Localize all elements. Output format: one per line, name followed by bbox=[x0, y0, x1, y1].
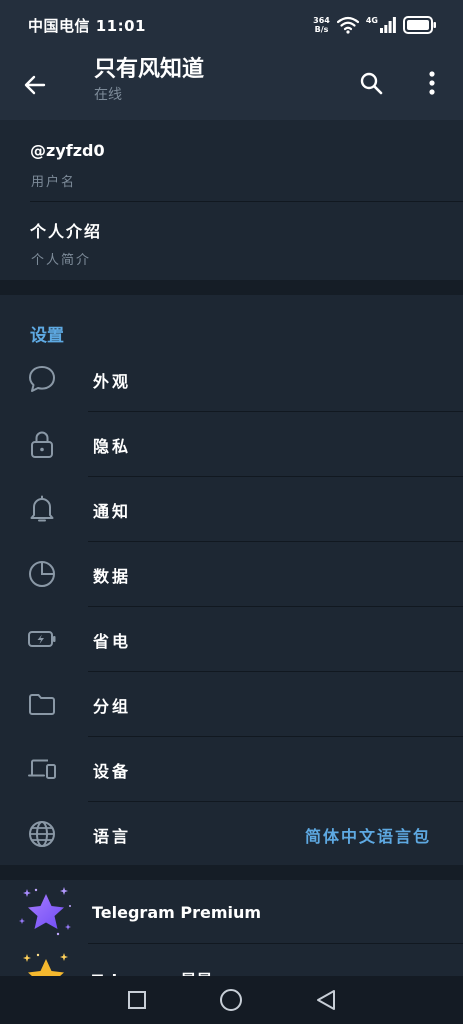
profile-info-section: @zyfzd0 用户名 个人介绍 个人简介 bbox=[0, 120, 463, 280]
cell-signal: 4G bbox=[366, 17, 396, 33]
system-back-button[interactable] bbox=[311, 985, 341, 1015]
settings-item-label: 设备 bbox=[93, 762, 132, 781]
arrow-left-icon bbox=[24, 75, 46, 95]
settings-item-appearance[interactable]: 外观 bbox=[0, 347, 463, 412]
battery-status-icon bbox=[403, 16, 436, 34]
telegram-premium-row[interactable]: Telegram Premium bbox=[0, 880, 463, 944]
chat-bubble-icon bbox=[29, 366, 55, 392]
username-row[interactable]: @zyfzd0 用户名 bbox=[0, 120, 463, 202]
net-speed-value: 364 bbox=[313, 16, 330, 25]
settings-item-label: 隐私 bbox=[93, 437, 132, 456]
pie-chart-icon bbox=[29, 561, 55, 587]
triangle-back-icon bbox=[316, 990, 335, 1010]
premium-star-icon bbox=[19, 887, 71, 936]
signal-bars-icon bbox=[380, 17, 396, 33]
search-icon bbox=[360, 72, 383, 95]
globe-icon bbox=[29, 821, 55, 847]
settings-item-language[interactable]: 语言 简体中文语言包 bbox=[0, 802, 463, 867]
bio-value: 个人介绍 bbox=[30, 222, 103, 241]
settings-item-power-saving[interactable]: 省电 bbox=[0, 607, 463, 672]
bio-row[interactable]: 个人介绍 个人简介 bbox=[0, 202, 463, 282]
settings-item-label: 省电 bbox=[93, 632, 132, 651]
status-left: 中国电信 11:01 bbox=[28, 15, 146, 36]
settings-header: 设置 bbox=[30, 326, 64, 346]
more-vertical-icon bbox=[429, 71, 435, 95]
more-menu-button[interactable] bbox=[420, 66, 444, 100]
square-icon bbox=[128, 991, 147, 1009]
page-title: 只有风知道 bbox=[94, 57, 205, 82]
chat-title-block: 只有风知道 在线 bbox=[94, 56, 204, 105]
username-label: 用户名 bbox=[31, 175, 77, 190]
settings-item-folders[interactable]: 分组 bbox=[0, 672, 463, 737]
language-value: 简体中文语言包 bbox=[304, 827, 431, 846]
telegram-stars-row[interactable]: Telegram 星星 bbox=[0, 945, 463, 976]
folder-icon bbox=[29, 694, 55, 715]
section-gap bbox=[0, 865, 463, 880]
gold-star-icon bbox=[23, 953, 68, 976]
wifi-icon bbox=[336, 16, 359, 34]
net-speed: 364 B/s bbox=[313, 16, 330, 34]
premium-item-label: Telegram Premium bbox=[92, 903, 262, 922]
username-value: @zyfzd0 bbox=[30, 141, 105, 160]
premium-item-label: Telegram 星星 bbox=[92, 967, 212, 976]
net-speed-unit: B/s bbox=[314, 25, 329, 34]
settings-item-label: 外观 bbox=[93, 372, 132, 391]
settings-item-label: 通知 bbox=[93, 502, 132, 521]
bell-icon bbox=[30, 495, 54, 522]
bio-label: 个人简介 bbox=[31, 253, 92, 268]
settings-item-notifications[interactable]: 通知 bbox=[0, 477, 463, 542]
lock-icon bbox=[31, 431, 53, 458]
status-bar: 中国电信 11:01 364 B/s 4G bbox=[0, 0, 463, 50]
system-nav-bar bbox=[0, 976, 463, 1024]
settings-item-label: 分组 bbox=[93, 697, 132, 716]
settings-item-devices[interactable]: 设备 bbox=[0, 737, 463, 802]
settings-item-data[interactable]: 数据 bbox=[0, 542, 463, 607]
recents-button[interactable] bbox=[122, 985, 152, 1015]
status-right: 364 B/s 4G bbox=[313, 16, 437, 34]
back-button[interactable] bbox=[18, 68, 52, 102]
settings-item-label: 语言 bbox=[93, 827, 132, 846]
settings-item-privacy[interactable]: 隐私 bbox=[0, 412, 463, 477]
signal-type: 4G bbox=[365, 16, 378, 25]
premium-section: Telegram Premium Telegram 星星 bbox=[0, 880, 463, 976]
search-button[interactable] bbox=[354, 66, 388, 100]
clock: 11:01 bbox=[95, 16, 146, 35]
settings-section: 设置 外观 隐私 通知 数据 省电 分组 设备 语言 简体中文语言包 bbox=[0, 295, 463, 865]
section-gap bbox=[0, 280, 463, 295]
devices-icon bbox=[28, 759, 56, 779]
online-status: 在线 bbox=[94, 87, 122, 103]
home-button[interactable] bbox=[216, 985, 246, 1015]
circle-icon bbox=[220, 989, 243, 1011]
app-bar: 只有风知道 在线 bbox=[0, 50, 463, 120]
divider bbox=[88, 943, 463, 944]
settings-item-label: 数据 bbox=[93, 567, 132, 586]
battery-icon bbox=[28, 631, 56, 647]
carrier-label: 中国电信 bbox=[28, 16, 91, 35]
